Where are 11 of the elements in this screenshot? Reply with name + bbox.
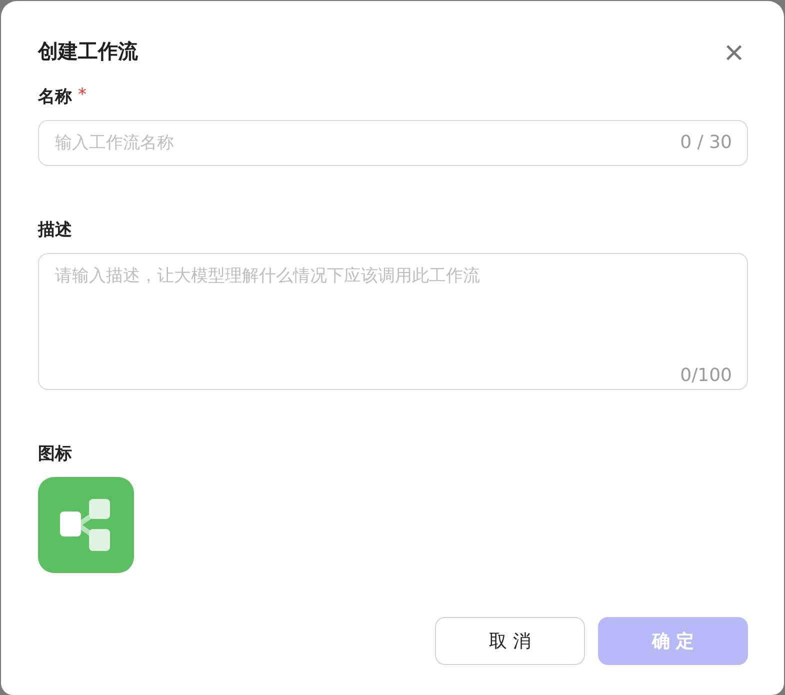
field-label: 图标 <box>38 443 72 465</box>
field-label: 描述 <box>38 219 72 241</box>
character-counter: 0/100 <box>680 365 732 386</box>
close-button[interactable]: × <box>724 36 744 70</box>
workflow-icon-button[interactable] <box>38 477 134 573</box>
cancel-button[interactable]: 取消 <box>435 617 585 665</box>
dialog-title: 创建工作流 <box>38 38 138 64</box>
branching-nodes-icon <box>60 499 112 551</box>
field-label: 名称 <box>38 86 72 108</box>
character-counter: 0 / 30 <box>680 132 732 153</box>
required-mark: * <box>78 85 86 107</box>
